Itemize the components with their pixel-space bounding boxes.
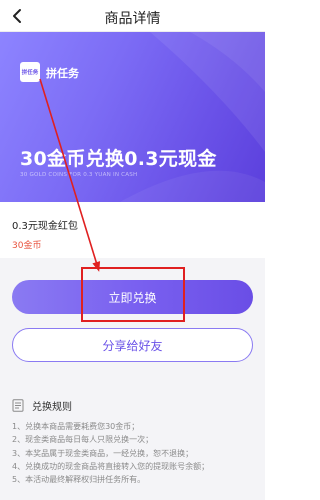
product-name: 0.3元现金红包 xyxy=(12,221,78,232)
app-logo: 拼任务 xyxy=(20,62,40,82)
product-banner: 拼任务 拼任务 30金币兑换0.3元现金 30 GOLD COINS FOR 0… xyxy=(0,32,265,202)
rule-item: 3、本奖品属于现金类商品，一经兑换，恕不退换； xyxy=(12,448,194,458)
banner-title: 30金币兑换0.3元现金 xyxy=(20,148,217,170)
document-icon xyxy=(12,399,24,412)
rule-item: 5、本活动最终解释权归拼任务所有。 xyxy=(12,475,146,485)
rules-title: 兑换规则 xyxy=(32,402,72,413)
rules-header: 兑换规则 xyxy=(12,398,72,413)
rule-item: 1、兑换本商品需要耗费您30金币； xyxy=(12,422,140,431)
rules-list: 1、兑换本商品需要耗费您30金币； 2、现金类商品每日每人只限兑换一次； 3、本… xyxy=(12,420,257,486)
highlight-box xyxy=(81,267,185,322)
banner-subtitle: 30 GOLD COINS FOR 0.3 YUAN IN CASH xyxy=(20,172,138,178)
page-title: 商品详情 xyxy=(104,11,161,27)
rule-item: 2、现金类商品每日每人只限兑换一次； xyxy=(12,435,154,445)
product-info: 0.3元现金红包 30金币 xyxy=(0,202,265,258)
share-button[interactable]: 分享给好友 xyxy=(12,328,253,362)
rule-item: 4、兑换成功的现金商品将直接转入您的提现账号余额； xyxy=(12,461,210,471)
product-price: 30金币 xyxy=(12,241,42,251)
top-nav-bar: 商品详情 xyxy=(0,0,265,32)
brand-name: 拼任务 xyxy=(46,67,79,80)
